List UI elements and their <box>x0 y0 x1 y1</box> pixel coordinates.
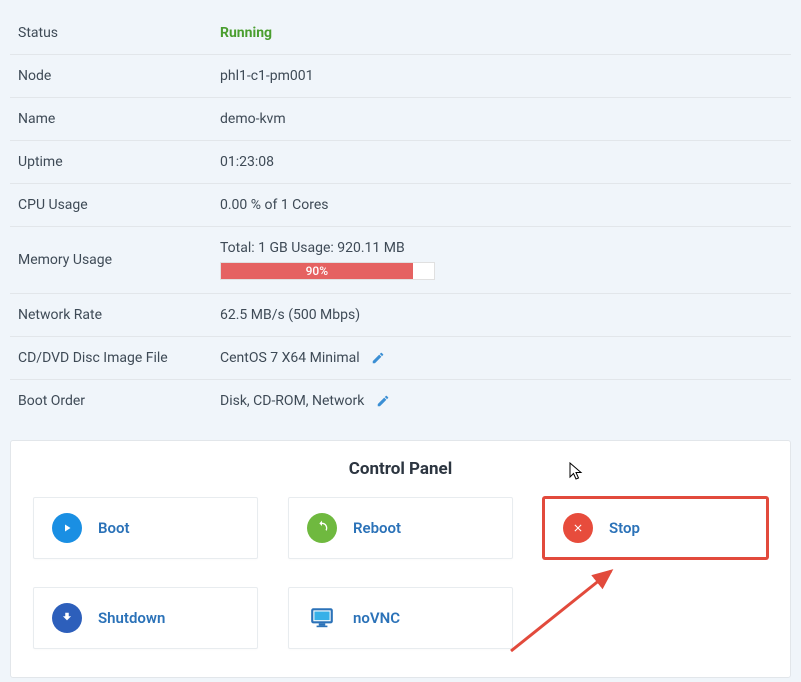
reboot-button[interactable]: Reboot <box>288 497 513 559</box>
monitor-icon <box>307 603 337 633</box>
control-panel-title: Control Panel <box>33 459 768 479</box>
cpu-row: CPU Usage 0.00 % of 1 Cores <box>10 184 791 227</box>
edit-boot-icon[interactable] <box>376 394 390 408</box>
stop-button[interactable]: Stop <box>543 497 768 559</box>
annotation-arrow-icon <box>501 561 631 661</box>
uptime-label: Uptime <box>10 141 220 184</box>
shutdown-label: Shutdown <box>98 609 165 627</box>
disc-value: CentOS 7 X64 Minimal <box>220 350 360 366</box>
name-label: Name <box>10 98 220 141</box>
memory-text: Total: 1 GB Usage: 920.11 MB <box>220 240 781 256</box>
network-row: Network Rate 62.5 MB/s (500 Mbps) <box>10 294 791 337</box>
info-table: Status Running Node phl1-c1-pm001 Name d… <box>10 12 791 422</box>
download-icon <box>52 603 82 633</box>
novnc-label: noVNC <box>353 609 400 627</box>
network-value: 62.5 MB/s (500 Mbps) <box>220 294 791 337</box>
network-label: Network Rate <box>10 294 220 337</box>
shutdown-button[interactable]: Shutdown <box>33 587 258 649</box>
boot-value: Disk, CD-ROM, Network <box>220 393 364 409</box>
edit-disc-icon[interactable] <box>371 351 385 365</box>
memory-label: Memory Usage <box>10 227 220 294</box>
cpu-value: 0.00 % of 1 Cores <box>220 184 791 227</box>
cursor-icon <box>569 462 585 482</box>
boot-label: Boot <box>98 519 130 537</box>
name-row: Name demo-kvm <box>10 98 791 141</box>
close-icon <box>563 513 593 543</box>
uptime-value: 01:23:08 <box>220 141 791 184</box>
control-panel: Control Panel Boot Reboot Stop Shutdown <box>10 440 791 678</box>
node-row: Node phl1-c1-pm001 <box>10 55 791 98</box>
reboot-icon <box>307 513 337 543</box>
memory-row: Memory Usage Total: 1 GB Usage: 920.11 M… <box>10 227 791 294</box>
uptime-row: Uptime 01:23:08 <box>10 141 791 184</box>
memory-progress-bar: 90% <box>221 263 413 279</box>
node-label: Node <box>10 55 220 98</box>
disc-row: CD/DVD Disc Image File CentOS 7 X64 Mini… <box>10 337 791 380</box>
disc-label: CD/DVD Disc Image File <box>10 337 220 380</box>
reboot-label: Reboot <box>353 519 401 537</box>
novnc-button[interactable]: noVNC <box>288 587 513 649</box>
boot-button[interactable]: Boot <box>33 497 258 559</box>
cpu-label: CPU Usage <box>10 184 220 227</box>
name-value: demo-kvm <box>220 98 791 141</box>
play-icon <box>52 513 82 543</box>
status-label: Status <box>10 12 220 55</box>
node-value: phl1-c1-pm001 <box>220 55 791 98</box>
boot-row: Boot Order Disk, CD-ROM, Network <box>10 380 791 423</box>
status-row: Status Running <box>10 12 791 55</box>
memory-progress: 90% <box>220 262 435 280</box>
boot-label: Boot Order <box>10 380 220 423</box>
stop-label: Stop <box>609 519 640 537</box>
status-value: Running <box>220 25 272 41</box>
